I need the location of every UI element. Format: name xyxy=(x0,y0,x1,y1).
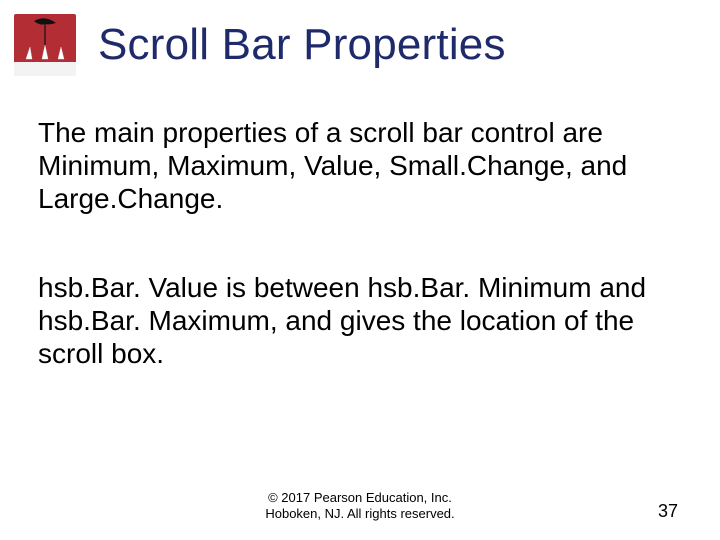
logo-ground xyxy=(14,62,76,76)
publisher-logo xyxy=(14,14,76,76)
slide-body: The main properties of a scroll bar cont… xyxy=(38,116,682,370)
footer-line-2: Hoboken, NJ. All rights reserved. xyxy=(0,506,720,522)
slide: Scroll Bar Properties The main propertie… xyxy=(0,0,720,540)
slide-title: Scroll Bar Properties xyxy=(98,20,690,70)
umbrella-icon xyxy=(20,17,70,63)
paragraph-1: The main properties of a scroll bar cont… xyxy=(38,116,682,215)
page-number: 37 xyxy=(658,501,678,522)
footer-line-1: © 2017 Pearson Education, Inc. xyxy=(0,490,720,506)
copyright-footer: © 2017 Pearson Education, Inc. Hoboken, … xyxy=(0,490,720,523)
paragraph-2: hsb.Bar. Value is between hsb.Bar. Minim… xyxy=(38,271,682,370)
